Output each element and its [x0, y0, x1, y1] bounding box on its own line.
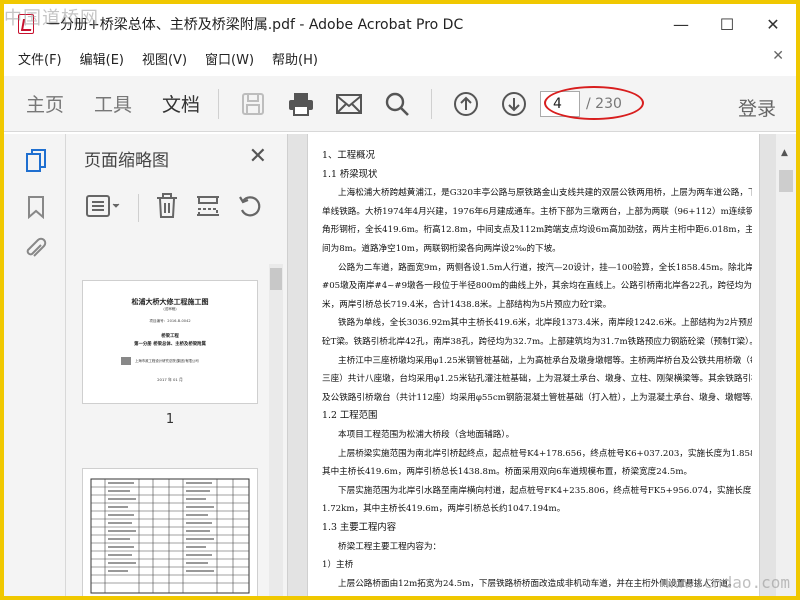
thumbnail-page-2[interactable] [82, 468, 258, 596]
menu-view[interactable]: 视图(V) [142, 49, 187, 68]
thumbnails-scrollbar[interactable] [269, 264, 283, 596]
extract-page-icon[interactable] [195, 193, 221, 223]
doc-text-line: 单线铁路。大桥1974年4月兴建，1976年6月建成通车。主桥下部为三墩两台，上… [322, 206, 752, 217]
delete-page-icon[interactable] [155, 193, 179, 223]
thumbnails-scroll-thumb[interactable] [270, 268, 282, 290]
scroll-up-arrow[interactable]: ▲ [781, 148, 788, 158]
page-total: / 230 [586, 96, 622, 112]
menu-window[interactable]: 窗口(W) [205, 49, 254, 68]
tab-document[interactable]: 文档 [162, 90, 200, 117]
doc-text-line: 上层桥梁实施范围为南北岸引桥起终点，起点桩号K4+178.656，终点桩号K6+… [338, 448, 752, 459]
thumbnail-page-1[interactable]: 松浦大桥大修工程施工图 (送审稿) 项目编号：2016-B-0042 桥梁工程 … [82, 280, 258, 404]
email-icon[interactable] [334, 89, 364, 119]
thumb-cover-logo [121, 357, 131, 365]
title-bar: 一分册+桥梁总体、主桥及桥梁附属.pdf - Adobe Acrobat Pro… [4, 4, 796, 44]
panel-title: 页面缩略图 [84, 151, 169, 171]
doc-text-line: 主桥江中三座桥墩均采用φ1.25米钢管桩基础，上为高桩承台及墩身墩帽等。主桥两岸… [338, 355, 752, 366]
acrobat-window: 一分册+桥梁总体、主桥及桥梁附属.pdf - Adobe Acrobat Pro… [4, 4, 796, 596]
doc-text-line: 1）主桥 [322, 560, 354, 571]
tab-home[interactable]: 主页 [26, 90, 64, 117]
maximize-button[interactable]: ☐ [704, 4, 750, 44]
thumb-cover-line2: 第一分册 桥梁总体、主桥及桥梁附属 [134, 342, 206, 347]
doc-text-line: 桥梁工程主要工程内容为： [338, 541, 442, 552]
doc-heading: 1.1 桥梁现状 [322, 168, 378, 180]
thumb-cover-title: 松浦大桥大修工程施工图 [131, 297, 209, 306]
document-view[interactable]: 1、工程概况 1.1 桥梁现状上海松浦大桥跨越黄浦江，是G320丰亭公路与原铁路金… [288, 134, 796, 596]
login-link[interactable]: 登录 [738, 94, 776, 121]
left-rail [4, 134, 66, 596]
page-navigator: / 230 [540, 90, 622, 118]
save-icon[interactable] [238, 89, 268, 119]
doc-text-line: 其中主桥长419.6m，两岸引桥总长1438.8m。桥面采用双向6车道规模布置，… [322, 467, 693, 478]
doc-heading: 1、工程概况 [322, 150, 375, 161]
doc-text-line: 1.72km，其中主桥长419.6m，两岸引桥总长约1047.194m。 [322, 504, 566, 515]
rotate-page-icon[interactable] [237, 193, 263, 223]
tab-tools[interactable]: 工具 [94, 90, 132, 117]
page-down-icon[interactable] [499, 89, 529, 119]
options-menu-icon[interactable] [86, 194, 122, 222]
attachment-icon[interactable] [24, 236, 48, 262]
print-icon[interactable] [286, 89, 316, 119]
doc-text-line: 及公铁路引桥墩台（共计112座）均采用φ55cm钢筋混凝土管桩基础（打入桩），上… [322, 392, 752, 403]
doc-text-line: #05墩及南岸#4~#9墩各一段位于半径800m的曲线上外，其余均在直线上。公路… [322, 281, 752, 292]
page-number-input[interactable] [540, 91, 580, 117]
doc-heading: 1.2 工程范围 [322, 410, 378, 422]
doc-text-line: 米，两岸引桥总长719.4米，合计1438.8米。上部结构为5片预应力砼T梁。 [322, 299, 612, 310]
toolbar-divider-2 [431, 88, 433, 119]
page-thumbnails-icon[interactable] [24, 148, 48, 174]
document-scrollbar[interactable]: ▲ [776, 134, 796, 596]
thumb-cover-org: 上海市政工程设计研究总院(集团)有限公司 [135, 359, 199, 363]
document-page: 1、工程概况 1.1 桥梁现状上海松浦大桥跨越黄浦江，是G320丰亭公路与原铁路金… [307, 134, 760, 596]
toolbar-divider [218, 88, 220, 119]
doc-text-line: 砼T梁。铁路引桥北岸42孔，南岸38孔，跨径均为32.7m。上部建筑均为31.7… [322, 337, 752, 347]
window-title: 一分册+桥梁总体、主桥及桥梁附属.pdf - Adobe Acrobat Pro… [46, 17, 464, 33]
doc-text-line: 本项目工程范围为松浦大桥段（含地面辅路）。 [338, 430, 515, 440]
doc-text-line: 铁路为单线，全长3036.92m其中主桥长419.6米，北岸段1373.4米，南… [338, 318, 752, 329]
thumbnails-panel: 页面缩略图 ✕ 松浦大桥大修工程施工图 (送审稿) 项目编号：2016-B-00… [66, 134, 288, 596]
search-icon[interactable] [382, 89, 412, 119]
watermark-top: 中国道桥网 [4, 8, 99, 29]
close-document-icon[interactable]: ✕ [772, 48, 784, 64]
doc-text-line: 下层实施范围为北岸引水路至南岸横向村道，起点桩号FK4+235.806，终点桩号… [338, 485, 752, 496]
doc-text-line: 三座）共计八座墩，台均采用φ1.25米钻孔灌注桩基础，上为混凝土承台、墩身、立柱… [322, 374, 752, 385]
thumb-cover-line1: 桥梁工程 [161, 334, 179, 339]
page-up-icon[interactable] [451, 89, 481, 119]
doc-heading: 1.3 主要工程内容 [322, 522, 397, 533]
thumb-cover-date: 2017 年 01 月 [157, 377, 183, 382]
doc-text-line: 公路为二车道，路面宽9m，两侧各设1.5m人行道，按汽—20设计，挂—100验算… [338, 262, 752, 273]
menu-bar: 文件(F) 编辑(E) 视图(V) 窗口(W) 帮助(H) ✕ [4, 46, 796, 70]
minimize-button[interactable]: — [658, 4, 704, 44]
menu-file[interactable]: 文件(F) [18, 49, 62, 68]
doc-text-line: 上海松浦大桥跨越黄浦江，是G320丰亭公路与原铁路金山支线共建的双层公铁两用桥，… [338, 188, 752, 199]
thumbnail-label-1: 1 [165, 412, 175, 427]
document-scroll-thumb[interactable] [779, 170, 793, 192]
menu-help[interactable]: 帮助(H) [272, 49, 318, 68]
doc-text-line: 间为8m。道路净空10m，两联钢桁梁各向两岸设2‰的下坡。 [322, 244, 561, 254]
menu-edit[interactable]: 编辑(E) [80, 49, 124, 68]
toolbar: 主页 工具 文档 / 230 登录 [4, 76, 796, 132]
doc-text-line: 角形钢桁，全长419.6m。桁高12.8m，中间支点及112m跨端支点均设6m高… [322, 225, 752, 236]
watermark-bottom: www.cndao.com [664, 573, 790, 592]
panel-tools [86, 192, 279, 224]
thumb-table-graphic [90, 478, 250, 594]
tools-divider [138, 194, 139, 222]
close-button[interactable]: ✕ [750, 4, 796, 44]
thumb-cover-code: 项目编号：2016-B-0042 [149, 319, 191, 323]
thumb-cover-sub: (送审稿) [163, 307, 177, 311]
bookmark-icon[interactable] [24, 194, 48, 220]
panel-close-icon[interactable]: ✕ [249, 144, 267, 169]
